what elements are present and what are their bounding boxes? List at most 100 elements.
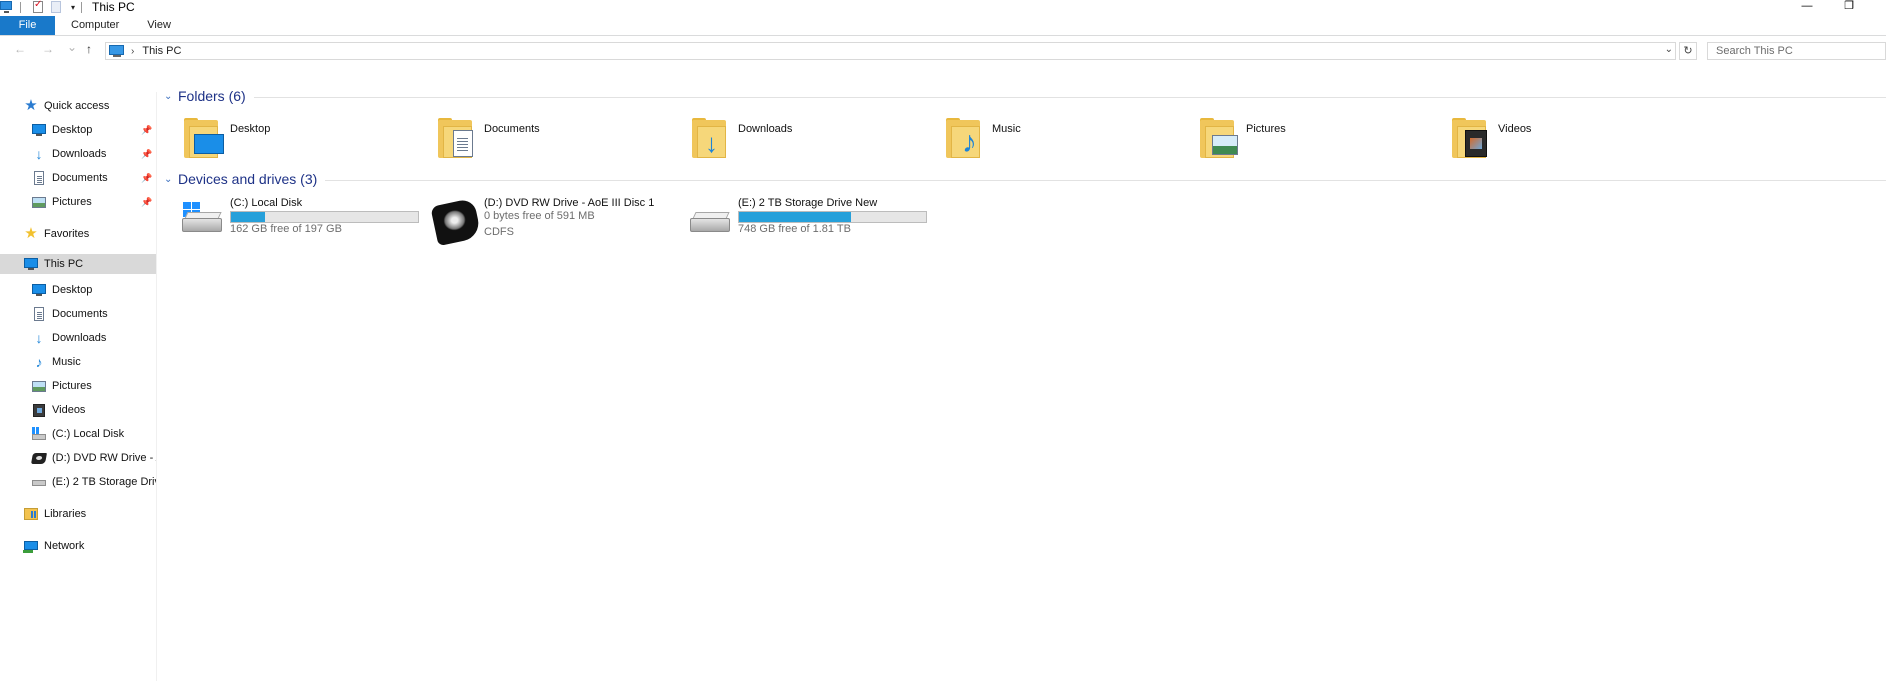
downloads-folder-icon: ↓ bbox=[692, 118, 732, 160]
tab-computer[interactable]: Computer bbox=[57, 16, 133, 35]
desktop-folder-icon bbox=[184, 118, 224, 160]
nav-label: (C:) Local Disk bbox=[52, 428, 125, 440]
nav-label: Network bbox=[44, 540, 85, 552]
folder-music[interactable]: ♪ Music bbox=[920, 118, 1160, 166]
drive-d[interactable]: (D:) DVD RW Drive - AoE III Disc 1 0 byt… bbox=[412, 197, 654, 247]
nav-this-pc[interactable]: This PC bbox=[0, 254, 156, 274]
nav-qa-pictures[interactable]: Pictures 📌 bbox=[0, 192, 156, 212]
nav-pc-downloads[interactable]: ↓ Downloads bbox=[0, 328, 156, 348]
recent-locations-button[interactable]: ⌄ bbox=[67, 40, 77, 54]
nav-qa-desktop[interactable]: Desktop 📌 bbox=[0, 120, 156, 140]
drive-usage-fill bbox=[739, 212, 852, 222]
drive-name: (E:) 2 TB Storage Drive New bbox=[738, 197, 878, 209]
libraries-icon bbox=[23, 507, 39, 521]
qa-separator bbox=[20, 1, 21, 13]
drives-group-header[interactable]: ⌄ Devices and drives (3) bbox=[164, 171, 1886, 187]
drive-usage-bar bbox=[738, 211, 927, 223]
nav-qa-downloads[interactable]: ↓ Downloads 📌 bbox=[0, 144, 156, 164]
documents-icon bbox=[31, 171, 47, 185]
folders-group-title: Folders (6) bbox=[178, 88, 246, 104]
nav-label: Pictures bbox=[52, 380, 92, 392]
nav-pc-music[interactable]: ♪ Music bbox=[0, 352, 156, 372]
breadcrumb-chevron-icon[interactable]: › bbox=[131, 46, 134, 57]
folder-videos[interactable]: Videos bbox=[1426, 118, 1666, 166]
breadcrumb-this-pc[interactable]: This PC bbox=[142, 45, 181, 57]
nav-favorites[interactable]: ★ Favorites bbox=[0, 224, 156, 244]
drive-c[interactable]: (C:) Local Disk 162 GB free of 197 GB bbox=[158, 197, 419, 243]
nav-quick-access[interactable]: ★ Quick access bbox=[0, 96, 156, 116]
address-row: ← → ⌄ ↑ › This PC ⌄ ↻ Search This PC bbox=[0, 38, 1886, 62]
nav-label: Downloads bbox=[52, 332, 107, 344]
nav-label: This PC bbox=[44, 258, 84, 270]
nav-label: Libraries bbox=[44, 508, 87, 520]
folder-desktop[interactable]: Desktop bbox=[158, 118, 398, 166]
new-folder-icon[interactable] bbox=[51, 1, 61, 13]
nav-label: Desktop bbox=[52, 284, 93, 296]
drives-group-title: Devices and drives (3) bbox=[178, 171, 318, 187]
nav-pc-d-drive[interactable]: (D:) DVD RW Drive - AoE III Disc 1 bbox=[0, 448, 156, 468]
dvd-drive-icon bbox=[430, 197, 482, 247]
downloads-icon: ↓ bbox=[35, 330, 43, 346]
nav-label: Favorites bbox=[44, 228, 90, 240]
up-button[interactable]: ↑ bbox=[86, 42, 92, 56]
nav-label: (D:) DVD RW Drive - AoE III Disc 1 bbox=[52, 452, 156, 464]
refresh-button[interactable]: ↻ bbox=[1679, 42, 1697, 60]
group-divider bbox=[253, 96, 1886, 98]
pictures-icon bbox=[31, 379, 47, 393]
address-dropdown-chevron-down-icon[interactable]: ⌄ bbox=[1665, 44, 1673, 55]
pictures-icon bbox=[31, 195, 47, 209]
drive-e[interactable]: (E:) 2 TB Storage Drive New 748 GB free … bbox=[666, 197, 927, 243]
back-button[interactable]: ← bbox=[14, 42, 26, 56]
drive-free-space: 748 GB free of 1.81 TB bbox=[738, 223, 851, 235]
desktop-icon bbox=[31, 123, 47, 137]
favorites-star-icon: ★ bbox=[24, 225, 38, 242]
nav-pc-desktop[interactable]: Desktop bbox=[0, 280, 156, 300]
pin-icon: 📌 bbox=[141, 148, 153, 159]
chevron-down-icon[interactable]: ⌄ bbox=[164, 174, 176, 185]
folder-downloads[interactable]: ↓ Downloads bbox=[666, 118, 906, 166]
nav-pc-pictures[interactable]: Pictures bbox=[0, 376, 156, 396]
nav-label: Downloads bbox=[52, 148, 107, 160]
folder-pictures[interactable]: Pictures bbox=[1174, 118, 1414, 166]
nav-pc-videos[interactable]: Videos bbox=[0, 400, 156, 420]
forward-button[interactable]: → bbox=[42, 42, 54, 56]
network-icon bbox=[23, 539, 39, 553]
pin-icon: 📌 bbox=[141, 196, 153, 207]
videos-folder-icon bbox=[1452, 118, 1492, 160]
nav-qa-documents[interactable]: Documents 📌 bbox=[0, 168, 156, 188]
drive-name: (C:) Local Disk bbox=[230, 197, 303, 209]
music-icon: ♪ bbox=[35, 354, 43, 370]
folder-name: Music bbox=[992, 123, 1021, 135]
search-input[interactable]: Search This PC bbox=[1707, 42, 1886, 60]
minimize-button[interactable]: — bbox=[1787, 0, 1827, 14]
nav-pc-e-drive[interactable]: (E:) 2 TB Storage Drive New bbox=[0, 472, 156, 492]
title-separator bbox=[81, 1, 83, 13]
folder-name: Downloads bbox=[738, 123, 793, 135]
nav-label: Music bbox=[52, 356, 81, 368]
quick-access-star-icon: ★ bbox=[24, 97, 38, 114]
properties-icon[interactable] bbox=[33, 0, 43, 13]
folder-name: Pictures bbox=[1246, 123, 1286, 135]
desktop-icon bbox=[31, 283, 47, 297]
address-bar[interactable]: › This PC ⌄ bbox=[105, 42, 1676, 60]
this-pc-icon bbox=[23, 257, 39, 271]
nav-pc-c-drive[interactable]: (C:) Local Disk bbox=[0, 424, 156, 444]
pictures-folder-icon bbox=[1200, 118, 1240, 160]
nav-label: Videos bbox=[52, 404, 86, 416]
this-pc-icon bbox=[0, 1, 14, 13]
folder-documents[interactable]: Documents bbox=[412, 118, 652, 166]
nav-label: Desktop bbox=[52, 124, 93, 136]
nav-label: Documents bbox=[52, 172, 108, 184]
tab-file[interactable]: File bbox=[0, 16, 55, 35]
folders-group-header[interactable]: ⌄ Folders (6) bbox=[164, 88, 1886, 104]
nav-libraries[interactable]: Libraries bbox=[0, 504, 156, 524]
restore-button[interactable]: ❐ bbox=[1829, 0, 1869, 14]
downloads-icon: ↓ bbox=[35, 146, 43, 162]
nav-network[interactable]: Network bbox=[0, 536, 156, 556]
navigation-pane: ★ Quick access Desktop 📌 ↓ Downloads 📌 D… bbox=[0, 92, 157, 681]
chevron-down-icon[interactable]: ⌄ bbox=[164, 91, 176, 102]
tab-view[interactable]: View bbox=[133, 16, 185, 35]
nav-label: (E:) 2 TB Storage Drive New bbox=[52, 476, 156, 488]
nav-pc-documents[interactable]: Documents bbox=[0, 304, 156, 324]
customize-quick-access-chevron-down-icon[interactable]: ▾ bbox=[71, 3, 75, 12]
